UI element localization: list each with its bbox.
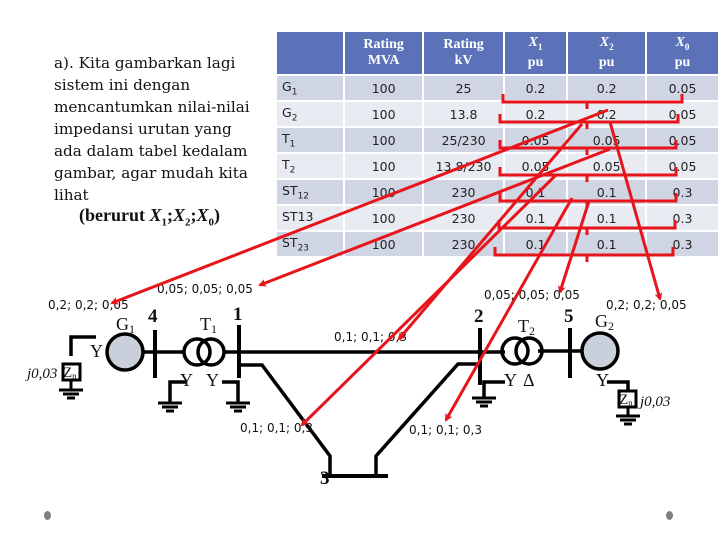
transformer-t1-icon: [182, 337, 226, 367]
generator-g1-icon: [105, 332, 145, 372]
transformer-t2-icon: [500, 336, 544, 366]
arrow-t2: [558, 200, 591, 294]
arrow-t1: [258, 147, 611, 287]
g1-label: G1: [116, 314, 135, 336]
network-lines: [69, 325, 630, 478]
line-2-3: [374, 362, 480, 476]
t2-primary-ground: [482, 380, 505, 398]
ground-symbols: [59, 388, 640, 426]
line-23-impedance-label: 0,1; 0,1; 0,3: [409, 423, 482, 437]
bus-1-label: 1: [233, 304, 243, 325]
slide-bullet-left: [44, 511, 51, 520]
bus-4-label: 4: [148, 306, 158, 327]
arrow-g1: [110, 108, 609, 305]
zn-g2-value: j0,03: [638, 394, 670, 410]
t2-label: T2: [518, 316, 535, 338]
g2-wye-symbol: Y: [596, 370, 609, 390]
row-brackets: [493, 94, 684, 262]
row-bracket: [497, 220, 677, 230]
one-line-diagram: 0,2; 0,2; 0,05 0,05; 0,05; 0,05 0,1; 0,1…: [25, 94, 687, 489]
zn-g1-value: j0,03: [25, 366, 57, 382]
g2-impedance-label: 0,2; 0,2; 0,05: [606, 298, 687, 312]
row-bracket: [501, 94, 684, 104]
generator-g2-icon: [580, 331, 620, 371]
t1-secondary-ground: [222, 380, 240, 403]
bus-2-label: 2: [474, 306, 484, 327]
t1-primary-wye-symbol: Y: [180, 370, 193, 390]
row-bracket: [498, 193, 678, 203]
t1-impedance-label: 0,05; 0,05; 0,05: [157, 282, 253, 296]
t1-secondary-wye-symbol: Y: [206, 370, 219, 390]
bus-5-label: 5: [564, 306, 574, 327]
t2-delta-symbol: Δ: [523, 370, 535, 390]
arrows: [110, 108, 663, 427]
g1-wye-symbol: Y: [90, 341, 103, 361]
row-bracket: [498, 167, 678, 177]
t2-wye-symbol: Y: [504, 370, 517, 390]
g2-label: G2: [595, 311, 614, 333]
t2-impedance-label: 0,05; 0,05; 0,05: [484, 288, 580, 302]
bus-3-label: 3: [320, 468, 330, 489]
t1-label: T1: [200, 314, 217, 336]
slide-bullet-right: [666, 511, 673, 520]
